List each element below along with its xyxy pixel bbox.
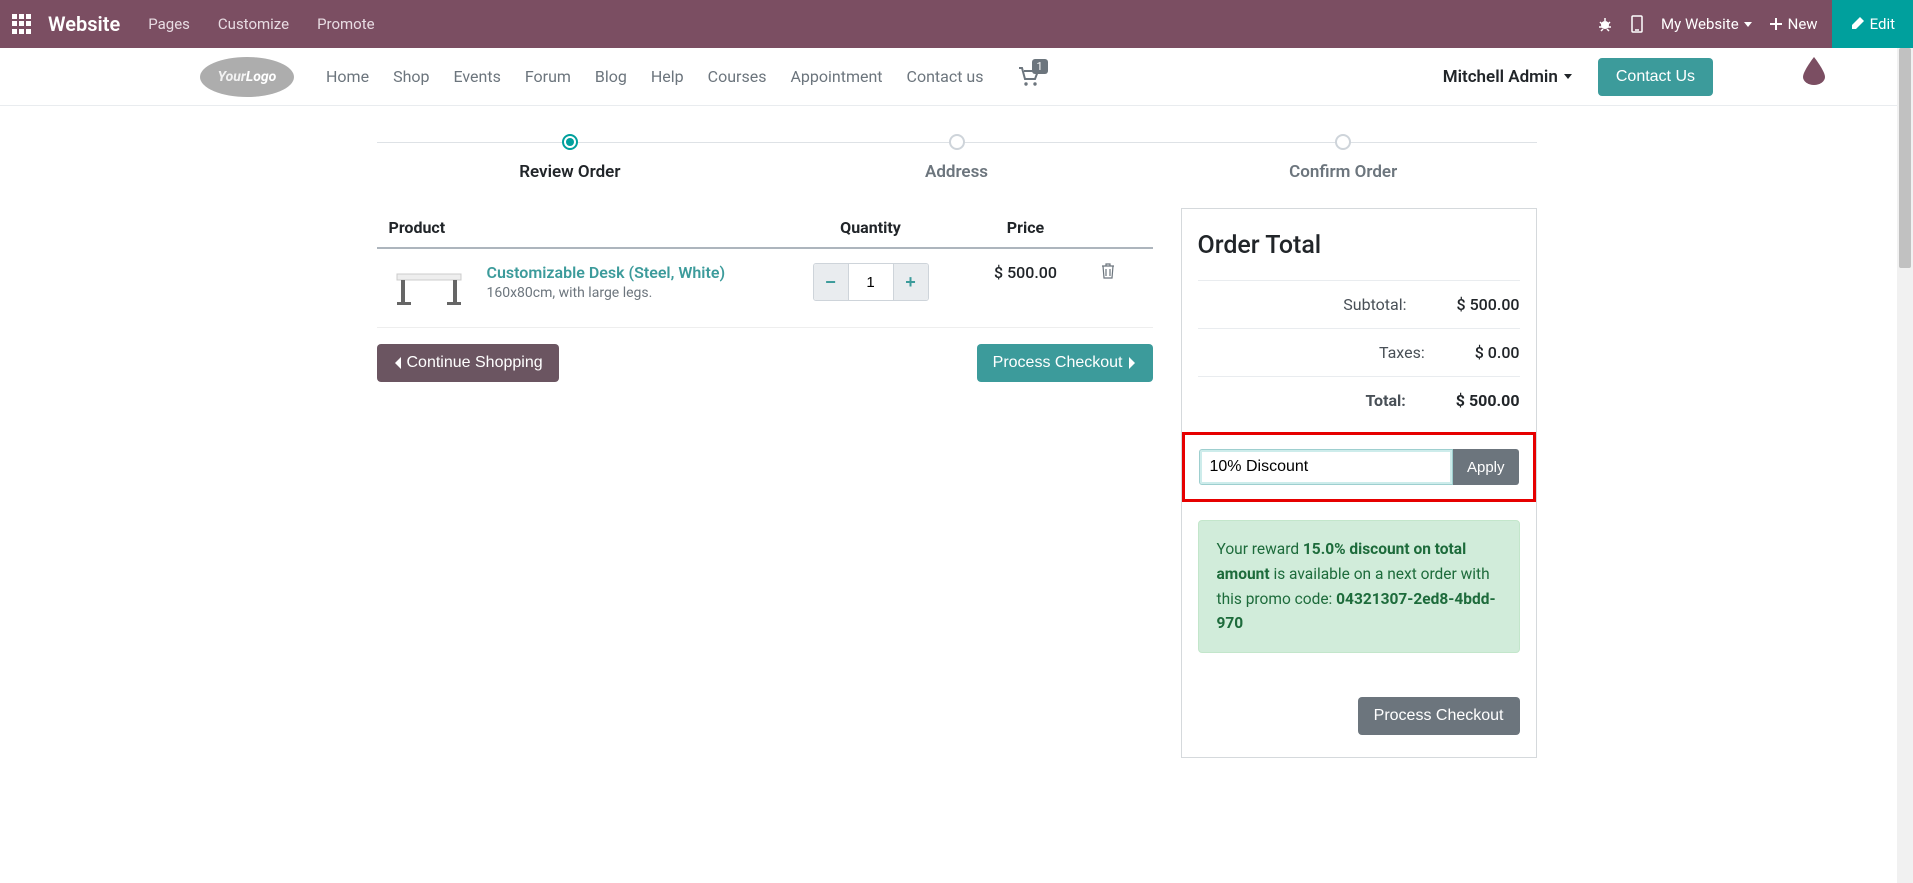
qty-input[interactable] — [848, 264, 894, 300]
nav-events[interactable]: Events — [453, 67, 500, 86]
cart-table-header: Product Quantity Price — [377, 208, 1153, 249]
step-label: Address — [763, 162, 1150, 182]
qty-increase-button[interactable]: + — [894, 264, 928, 300]
new-button[interactable]: New — [1770, 15, 1818, 33]
caret-down-icon — [1564, 74, 1572, 79]
step-label: Review Order — [377, 162, 764, 182]
taxes-value: $ 0.00 — [1475, 343, 1520, 362]
contact-us-button[interactable]: Contact Us — [1598, 58, 1713, 96]
subtotal-value: $ 500.00 — [1457, 295, 1520, 314]
step-circle-icon — [562, 134, 578, 150]
my-website-dropdown[interactable]: My Website — [1661, 15, 1752, 33]
product-description: 160x80cm, with large legs. — [487, 285, 791, 301]
price-cell: $ 500.00 — [951, 263, 1101, 282]
topbar: Website Pages Customize Promote My Websi… — [0, 0, 1913, 48]
nav-appointment[interactable]: Appointment — [790, 67, 882, 86]
nav-shop[interactable]: Shop — [393, 67, 429, 86]
qty-decrease-button[interactable]: − — [814, 264, 848, 300]
user-dropdown[interactable]: Mitchell Admin — [1443, 67, 1572, 87]
order-total-title: Order Total — [1198, 231, 1520, 260]
process-checkout-button[interactable]: Process Checkout — [977, 344, 1153, 382]
col-product-header: Product — [389, 218, 791, 237]
quantity-stepper: − + — [813, 263, 929, 301]
user-name-label: Mitchell Admin — [1443, 67, 1558, 87]
nav-help[interactable]: Help — [651, 67, 684, 86]
delete-item-button[interactable] — [1101, 263, 1141, 279]
bug-icon[interactable] — [1597, 16, 1613, 32]
taxes-label: Taxes: — [1198, 343, 1475, 362]
promo-highlight-box: Apply — [1182, 432, 1536, 502]
topbar-menu-promote[interactable]: Promote — [317, 15, 375, 33]
reward-message: Your reward 15.0% discount on total amou… — [1198, 520, 1520, 653]
my-website-label: My Website — [1661, 15, 1739, 33]
apply-promo-button[interactable]: Apply — [1453, 449, 1519, 485]
chevron-right-icon — [1127, 356, 1137, 370]
cart-column: Product Quantity Price Customizable Desk… — [377, 208, 1153, 382]
caret-down-icon — [1744, 22, 1752, 27]
checkout-label: Process Checkout — [993, 354, 1123, 372]
apps-icon[interactable] — [12, 14, 32, 34]
step-circle-icon — [1335, 134, 1351, 150]
total-label: Total: — [1198, 391, 1456, 410]
brand-title: Website — [48, 12, 120, 36]
continue-shopping-button[interactable]: Continue Shopping — [377, 344, 559, 382]
mobile-icon[interactable] — [1631, 15, 1643, 33]
summary-column: Order Total Subtotal: $ 500.00 Taxes: $ … — [1181, 208, 1537, 758]
total-value: $ 500.00 — [1456, 391, 1520, 410]
nav-home[interactable]: Home — [326, 67, 369, 86]
edit-button[interactable]: Edit — [1832, 0, 1913, 48]
new-label: New — [1788, 15, 1818, 33]
promo-code-input[interactable] — [1199, 449, 1453, 485]
topbar-menu-customize[interactable]: Customize — [218, 15, 289, 33]
topbar-menu-pages[interactable]: Pages — [148, 15, 190, 33]
step-label: Confirm Order — [1150, 162, 1537, 182]
chevron-left-icon — [393, 356, 403, 370]
product-name-link[interactable]: Customizable Desk (Steel, White) — [487, 263, 791, 282]
scrollbar-thumb[interactable] — [1899, 48, 1911, 268]
nav-blog[interactable]: Blog — [595, 67, 627, 86]
logo[interactable]: YourLogo — [200, 57, 294, 97]
nav-courses[interactable]: Courses — [708, 67, 767, 86]
order-total-box: Order Total Subtotal: $ 500.00 Taxes: $ … — [1181, 208, 1537, 758]
subtotal-label: Subtotal: — [1198, 295, 1457, 314]
step-circle-icon — [949, 134, 965, 150]
site-header: YourLogo Home Shop Events Forum Blog Hel… — [0, 48, 1913, 106]
cart-icon[interactable]: 1 — [1018, 67, 1040, 87]
drip-icon — [1803, 57, 1825, 85]
edit-label: Edit — [1870, 15, 1895, 33]
nav-forum[interactable]: Forum — [525, 67, 571, 86]
content: Review Order Address Confirm Order Produ… — [377, 106, 1537, 808]
continue-label: Continue Shopping — [407, 354, 543, 372]
product-image — [389, 263, 469, 313]
reward-prefix: Your reward — [1217, 540, 1303, 558]
cart-row: Customizable Desk (Steel, White) 160x80c… — [377, 249, 1153, 328]
nav-contact[interactable]: Contact us — [907, 67, 984, 86]
checkout-steps: Review Order Address Confirm Order — [377, 134, 1537, 182]
col-price-header: Price — [951, 218, 1101, 237]
col-qty-header: Quantity — [791, 218, 951, 237]
logo-text: YourLogo — [218, 69, 277, 85]
process-checkout-bottom-button[interactable]: Process Checkout — [1358, 697, 1520, 735]
scrollbar[interactable] — [1897, 48, 1913, 883]
cart-badge: 1 — [1032, 59, 1048, 74]
